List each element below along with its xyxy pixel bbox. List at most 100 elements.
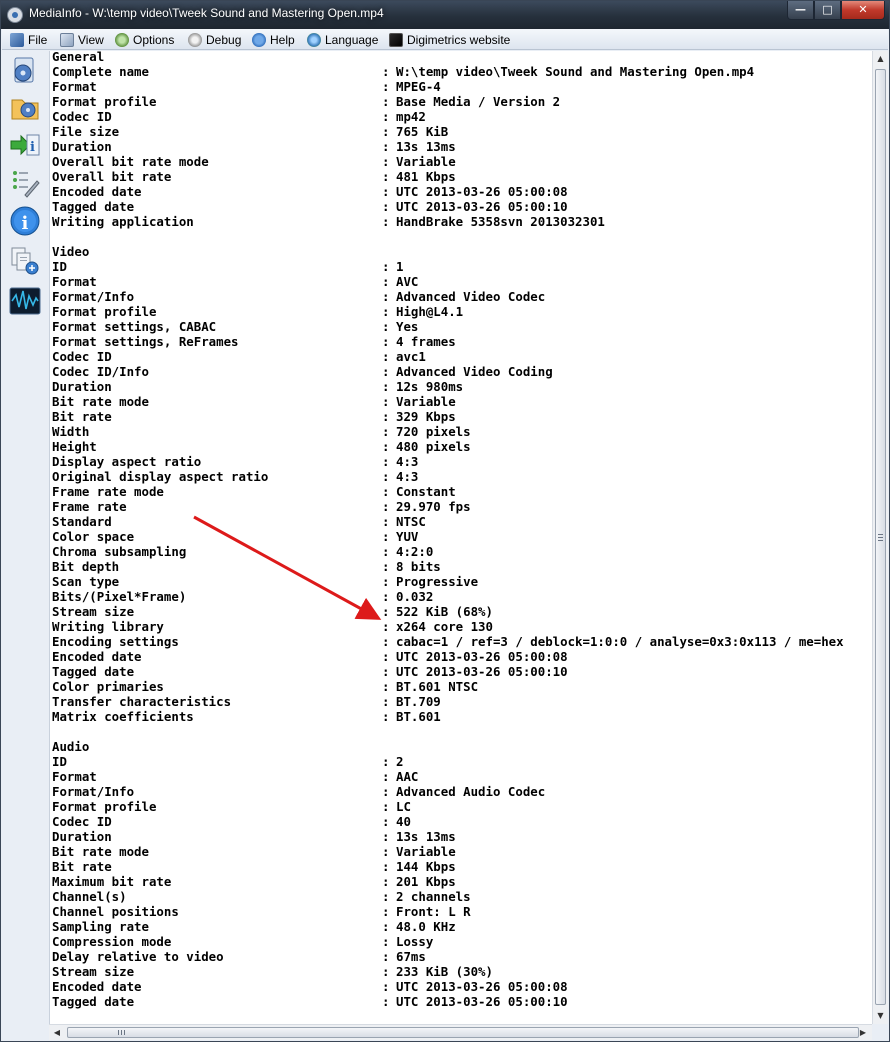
field-name: Height	[52, 439, 97, 454]
close-button[interactable]: ✕	[841, 1, 885, 20]
field-name: Format settings, ReFrames	[52, 334, 239, 349]
field-name: Scan type	[52, 574, 120, 589]
field-value: 4:3	[396, 469, 419, 484]
scroll-up-icon[interactable]: ▲	[873, 51, 888, 67]
field-separator: :	[382, 874, 390, 889]
field-name: Frame rate	[52, 499, 127, 514]
horizontal-scroll-thumb[interactable]	[67, 1027, 859, 1038]
field-value: 40	[396, 814, 411, 829]
vertical-scrollbar[interactable]: ▲ ▼	[872, 51, 888, 1024]
section-heading: Audio	[52, 739, 872, 754]
menu-language[interactable]: Language	[307, 31, 378, 48]
field-name: Codec ID	[52, 814, 112, 829]
field-value: 765 KiB	[396, 124, 449, 139]
field-value: HandBrake 5358svn 2013032301	[396, 214, 605, 229]
maximize-button[interactable]: □	[814, 1, 841, 20]
report-row: Format profile: LC	[52, 799, 872, 814]
field-name: Codec ID/Info	[52, 364, 149, 379]
field-separator: :	[382, 754, 390, 769]
field-value: BT.601	[396, 709, 441, 724]
field-name: Overall bit rate mode	[52, 154, 209, 169]
scroll-left-icon[interactable]: ◀	[49, 1025, 65, 1040]
thumb-grip	[878, 537, 883, 538]
field-separator: :	[382, 799, 390, 814]
waveform-icon[interactable]	[9, 285, 41, 317]
field-separator: :	[382, 514, 390, 529]
help-icon	[252, 32, 266, 47]
field-name: Delay relative to video	[52, 949, 224, 964]
field-name: Compression mode	[52, 934, 172, 949]
field-name: Tagged date	[52, 199, 135, 214]
sheet-view-icon[interactable]	[9, 245, 41, 277]
report-text-area[interactable]: General Complete name: W:\temp video\Tweek…	[49, 51, 872, 1024]
field-value: avc1	[396, 349, 426, 364]
menu-help[interactable]: Help	[252, 31, 295, 48]
field-separator: :	[382, 364, 390, 379]
field-name: Tagged date	[52, 664, 135, 679]
about-icon[interactable]: i	[9, 205, 41, 237]
field-separator: :	[382, 694, 390, 709]
minimize-button[interactable]: —	[787, 1, 814, 20]
field-separator: :	[382, 604, 390, 619]
options-icon	[115, 32, 129, 47]
export-icon[interactable]: i	[9, 129, 41, 161]
field-separator: :	[382, 904, 390, 919]
field-separator: :	[382, 409, 390, 424]
language-icon	[307, 32, 321, 47]
field-value: 481 Kbps	[396, 169, 456, 184]
field-value: 522 KiB (68%)	[396, 604, 493, 619]
field-value: 4:2:0	[396, 544, 434, 559]
menu-view[interactable]: View	[60, 31, 104, 48]
scroll-right-icon[interactable]: ▶	[855, 1025, 871, 1040]
field-name: Bits/(Pixel*Frame)	[52, 589, 187, 604]
report-row: Format: AVC	[52, 274, 872, 289]
report-row: Bit rate mode: Variable	[52, 844, 872, 859]
report-row: Overall bit rate:481 Kbps	[52, 169, 872, 184]
report-row: Codec ID: mp42	[52, 109, 872, 124]
menu-digimetrics-website[interactable]: Digimetrics website	[389, 31, 510, 48]
report-row: Overall bit rate mode: Variable	[52, 154, 872, 169]
field-value: YUV	[396, 529, 419, 544]
field-name: Video	[52, 244, 90, 259]
field-name: Complete name	[52, 64, 149, 79]
report-row: Format: MPEG-4	[52, 79, 872, 94]
digimetrics-icon	[389, 32, 403, 47]
field-separator: :	[382, 139, 390, 154]
menu-digimetrics-label: Digimetrics website	[407, 32, 511, 47]
field-separator: :	[382, 484, 390, 499]
field-value: Variable	[396, 394, 456, 409]
field-name: Matrix coefficients	[52, 709, 194, 724]
vertical-scroll-thumb[interactable]	[875, 69, 886, 1005]
title-bar[interactable]: MediaInfo - W:\temp video\Tweek Sound an…	[1, 1, 889, 29]
mediainfo-app-icon[interactable]	[7, 7, 23, 23]
menu-view-label: View	[78, 32, 104, 47]
open-folder-icon[interactable]	[9, 91, 41, 123]
field-name: Writing library	[52, 619, 164, 634]
field-separator: :	[382, 889, 390, 904]
field-separator: :	[382, 64, 390, 79]
report-row: ID:2	[52, 754, 872, 769]
field-value: NTSC	[396, 514, 426, 529]
preferences-icon[interactable]	[9, 167, 41, 199]
menu-options[interactable]: Options	[115, 31, 174, 48]
field-separator: :	[382, 154, 390, 169]
field-value: 329 Kbps	[396, 409, 456, 424]
field-separator: :	[382, 79, 390, 94]
field-name: Bit rate mode	[52, 394, 149, 409]
field-separator: :	[382, 394, 390, 409]
horizontal-scrollbar[interactable]: ◀ ▶	[49, 1024, 872, 1040]
field-name: ID	[52, 754, 67, 769]
field-value: Variable	[396, 844, 456, 859]
open-file-icon[interactable]	[9, 55, 41, 87]
field-name: Codec ID	[52, 109, 112, 124]
menu-file[interactable]: File	[10, 31, 47, 48]
field-separator: :	[382, 679, 390, 694]
menu-debug[interactable]: Debug	[188, 31, 241, 48]
field-name: Format	[52, 769, 97, 784]
menu-help-label: Help	[270, 32, 295, 47]
scroll-down-icon[interactable]: ▼	[873, 1008, 888, 1024]
field-name: Stream size	[52, 604, 135, 619]
field-name: Encoded date	[52, 184, 142, 199]
field-separator: :	[382, 379, 390, 394]
